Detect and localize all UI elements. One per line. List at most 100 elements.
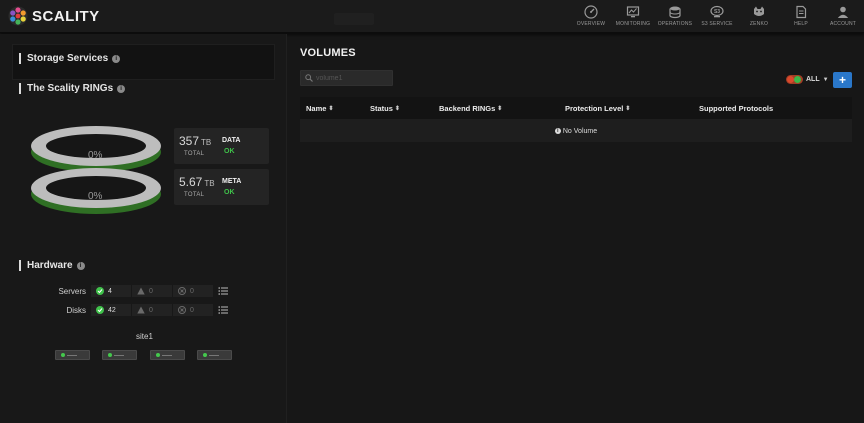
check-circle-icon <box>96 287 104 295</box>
hardware-row-servers: Servers 4 0 0 <box>40 285 229 297</box>
server-node[interactable] <box>197 350 232 360</box>
nav-overview[interactable]: OVERVIEW <box>570 5 612 31</box>
info-icon[interactable]: i <box>112 54 121 63</box>
status-filter-dropdown[interactable]: ALL ▼ <box>786 75 829 84</box>
add-volume-button[interactable]: + <box>833 72 852 88</box>
nav-operations[interactable]: OPERATIONS <box>654 5 696 31</box>
sort-icon: ⬍ <box>328 106 334 112</box>
column-backend-rings[interactable]: Backend RINGs ⬍ <box>439 104 502 113</box>
volume-search[interactable] <box>300 70 393 86</box>
error-circle-icon <box>178 287 186 295</box>
nav-zenko-label: ZENKO <box>749 21 769 27</box>
ring-data-total: TOTAL <box>184 151 205 157</box>
servers-ok[interactable]: 4 <box>91 285 131 297</box>
disks-err-count: 0 <box>190 306 194 314</box>
disks-ok[interactable]: 42 <box>91 304 131 316</box>
svg-text:S3: S3 <box>714 9 720 15</box>
nav-operations-label: OPERATIONS <box>657 21 693 27</box>
column-protection-level[interactable]: Protection Level ⬍ <box>565 104 630 113</box>
nav-help[interactable]: HELP <box>780 5 822 31</box>
column-name[interactable]: Name ⬍ <box>306 104 333 113</box>
column-backend-rings-label: Backend RINGs <box>439 104 496 113</box>
dashboard-icon <box>584 5 598 19</box>
ring-meta-total: TOTAL <box>184 192 205 198</box>
search-input[interactable] <box>316 74 391 82</box>
ring-data[interactable] <box>31 126 161 172</box>
toggle-knob-red <box>787 76 794 83</box>
ring-meta-percent: 0% <box>88 191 103 202</box>
top-search-hint <box>334 13 374 25</box>
ring-data-value-wrap: 357 TB <box>179 134 211 148</box>
nav-account-label: ACCOUNT <box>829 21 857 27</box>
rings-label: The Scality RINGs <box>27 83 114 94</box>
rings-title: The Scality RINGs i <box>19 83 126 94</box>
server-node[interactable] <box>150 350 185 360</box>
ring-meta-unit: TB <box>204 179 215 188</box>
info-icon[interactable]: i <box>117 84 126 93</box>
nav-account[interactable]: ACCOUNT <box>822 5 864 31</box>
caret-down-icon: ▼ <box>822 76 829 83</box>
ring-data-kind: DATA <box>222 137 241 144</box>
server-node[interactable] <box>102 350 137 360</box>
warning-icon <box>137 287 145 295</box>
servers-warn[interactable]: 0 <box>132 285 172 297</box>
ring-data-value: 357 <box>179 134 200 148</box>
disks-err[interactable]: 0 <box>173 304 213 316</box>
page-title: VOLUMES <box>300 47 356 59</box>
servers-err-count: 0 <box>190 287 194 295</box>
disks-list-button[interactable] <box>217 304 229 316</box>
check-circle-icon <box>96 306 104 314</box>
server-node[interactable] <box>55 350 90 360</box>
ring-meta-card[interactable]: 5.67 TB TOTAL META OK <box>174 169 269 205</box>
server-line <box>209 355 219 356</box>
info-icon[interactable]: i <box>76 261 85 270</box>
server-line <box>162 355 172 356</box>
top-bar: SCALITY OVERVIEW MONITORING OPERATIONS S… <box>0 0 864 33</box>
nav-zenko[interactable]: ZENKO <box>738 5 780 31</box>
nav-s3-service[interactable]: S3 S3 SERVICE <box>696 5 738 31</box>
brand-logo[interactable]: SCALITY <box>8 6 100 26</box>
column-supported-protocols: Supported Protocols <box>699 104 773 113</box>
server-line <box>67 355 77 356</box>
main-nav: OVERVIEW MONITORING OPERATIONS S3 S3 SER… <box>570 5 864 31</box>
servers-err[interactable]: 0 <box>173 285 213 297</box>
servers-warn-count: 0 <box>149 287 153 295</box>
empty-text: No Volume <box>562 127 598 135</box>
servers-label: Servers <box>58 286 86 296</box>
site-label: site1 <box>136 332 153 341</box>
title-bar <box>19 83 21 94</box>
servers-ok-count: 4 <box>108 287 112 295</box>
monitor-icon <box>626 6 640 18</box>
nav-monitoring[interactable]: MONITORING <box>612 5 654 31</box>
column-name-label: Name <box>306 104 327 113</box>
help-icon <box>796 5 807 19</box>
ring-meta-status: OK <box>224 189 235 196</box>
servers-list-button[interactable] <box>217 285 229 297</box>
empty-row: i No Volume <box>300 120 852 142</box>
table-header: Name ⬍ Status ⬍ Backend RINGs ⬍ Protection … <box>300 97 852 120</box>
search-icon <box>305 74 313 82</box>
info-circle-icon: i <box>554 128 561 134</box>
error-circle-icon <box>178 306 186 314</box>
scality-logo-icon <box>8 6 28 26</box>
hardware-label: Hardware <box>27 260 73 271</box>
disks-warn-count: 0 <box>149 306 153 314</box>
zenko-icon <box>754 6 764 16</box>
disks-warn[interactable]: 0 <box>132 304 172 316</box>
server-status-dot <box>108 353 112 357</box>
ring-data-unit: TB <box>201 138 212 147</box>
server-line <box>114 355 124 356</box>
status-toggle-icon <box>786 75 803 84</box>
nav-monitoring-label: MONITORING <box>615 21 651 27</box>
column-protection-level-label: Protection Level <box>565 104 624 113</box>
sort-icon: ⬍ <box>625 106 631 112</box>
disks-ok-count: 42 <box>108 306 116 314</box>
server-status-dot <box>61 353 65 357</box>
s3-service-icon: S3 <box>710 5 724 18</box>
user-icon <box>837 6 849 18</box>
ring-data-card[interactable]: 357 TB TOTAL DATA OK <box>174 128 269 164</box>
left-panel: Storage Services i The Scality RINGs i 0… <box>0 34 287 423</box>
storage-services-label: Storage Services <box>27 53 109 64</box>
column-status[interactable]: Status ⬍ <box>370 104 400 113</box>
hardware-row-disks: Disks 42 0 0 <box>40 304 229 316</box>
